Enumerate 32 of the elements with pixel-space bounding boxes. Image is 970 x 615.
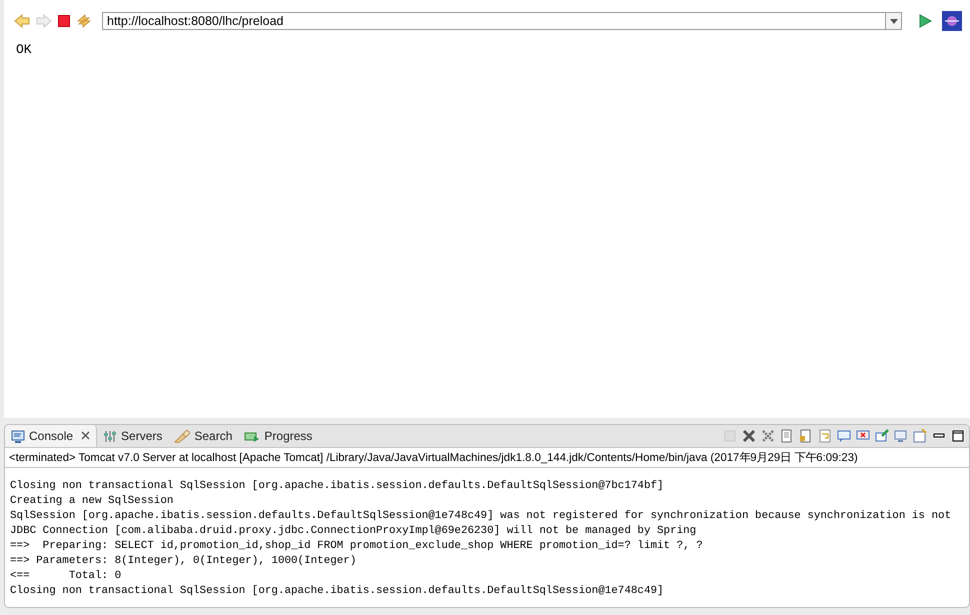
sliders-icon (103, 430, 118, 442)
console-line: <== Total: 0 (10, 569, 122, 584)
progress-bar-icon (244, 430, 260, 442)
remove-icon[interactable] (742, 429, 756, 443)
lock-document-icon[interactable] (799, 429, 813, 443)
console-line: Creating a new SqlSession (10, 494, 174, 509)
console-line: ==> Preparing: SELECT id,promotion_id,shop_id FROM promotion_exclude_shop WHERE promotion_id=? limit ?, ? (10, 539, 704, 554)
globe-icon[interactable] (942, 11, 962, 31)
console-line: ==> Parameters: 8(Integer), 0(Integer), 1000(Integer) (10, 554, 358, 569)
play-icon[interactable] (918, 14, 932, 28)
caret-icon (890, 18, 898, 24)
monitor-icon (11, 430, 25, 442)
page-text: OK (16, 42, 32, 57)
url-dropdown-button[interactable] (885, 12, 902, 30)
speech-bubble-icon[interactable] (837, 429, 851, 443)
monitor-icon[interactable] (894, 429, 908, 443)
view-tab[interactable]: Search (168, 425, 238, 447)
clear-document-icon[interactable] (780, 429, 794, 443)
view-tab[interactable]: Servers (97, 425, 168, 447)
url-field[interactable]: http://localhost:8080/lhc/preload (102, 12, 885, 30)
new-window-icon[interactable] (913, 429, 927, 443)
view-tab[interactable]: Progress (238, 425, 318, 447)
close-icon[interactable] (81, 431, 90, 440)
maximize-icon[interactable] (951, 429, 965, 443)
console-line: Closing non transactional SqlSession [org.apache.ibatis.session.defaults.DefaultSqlSession@1e748c49] (10, 584, 665, 599)
console-line: Closing non transactional SqlSession [org.apache.ibatis.session.defaults.DefaultSqlSession@7bc174bf] (10, 479, 665, 494)
flashlight-icon (174, 430, 190, 442)
view-tab[interactable]: Console (5, 425, 98, 447)
console-line: JDBC Connection [com.alibaba.druid.proxy.jdbc.ConnectionProxyImpl@69e26230] will not be managed by Spring (10, 524, 698, 539)
back-arrow-icon[interactable] (14, 14, 30, 28)
console-line: SqlSession [org.apache.ibatis.session.defaults.DefaultSqlSession@1e748c49] was not registered for synchronization because synchronization is not (10, 509, 952, 524)
remove-all-icon[interactable] (761, 429, 775, 443)
